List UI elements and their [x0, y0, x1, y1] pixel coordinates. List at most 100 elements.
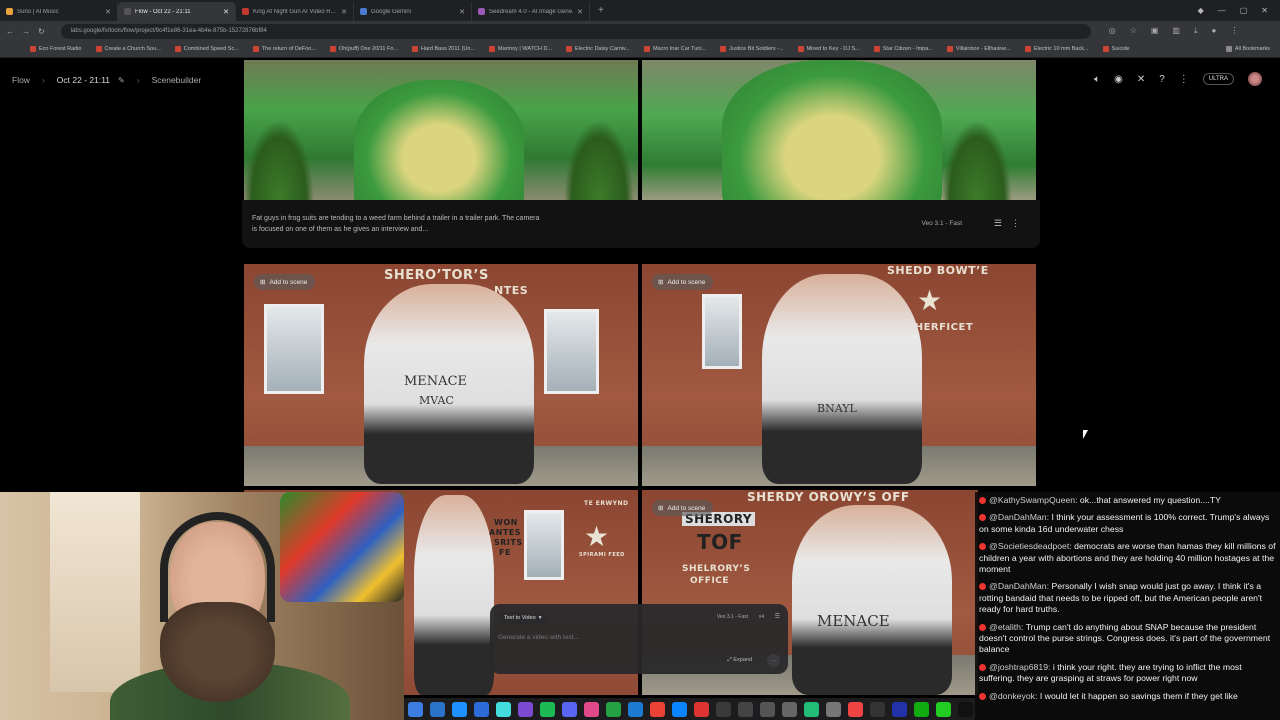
- bookmark-item[interactable]: Justice Bit Soldiers -...: [720, 46, 784, 52]
- taskbar-app-icon[interactable]: [738, 701, 753, 717]
- taskbar-app-icon[interactable]: [760, 701, 775, 717]
- mode-select[interactable]: Text to Video ▾: [498, 612, 548, 624]
- taskbar-app-icon[interactable]: [914, 701, 929, 717]
- prompt-input[interactable]: [498, 634, 698, 641]
- menu-icon[interactable]: ⋮: [1230, 26, 1238, 36]
- close-icon[interactable]: ✕: [577, 8, 583, 16]
- screen: { "browser": { "tabs": [ {"title": "Suno…: [0, 0, 1280, 720]
- x-icon[interactable]: ✕: [1137, 74, 1145, 85]
- browser-tab-4[interactable]: Google Gemini ✕: [354, 2, 472, 21]
- taskbar-app-icon[interactable]: [430, 701, 445, 717]
- taskbar-app-icon[interactable]: [672, 701, 687, 717]
- bookmark-item[interactable]: Electric 10 mm Back...: [1024, 46, 1089, 52]
- bookmark-item[interactable]: The return of DeFoo...: [252, 46, 316, 52]
- reload-icon[interactable]: ↻: [38, 27, 45, 36]
- help-icon[interactable]: ?: [1159, 74, 1165, 85]
- bookmark-item[interactable]: Create a Church Sou...: [95, 46, 161, 52]
- forward-icon[interactable]: →: [22, 27, 30, 36]
- bookmark-favicon-icon: [720, 46, 727, 52]
- taskbar-app-icon[interactable]: [870, 701, 885, 717]
- taskbar-app-icon[interactable]: [958, 701, 973, 717]
- bookmark-item[interactable]: Suicide: [1102, 46, 1130, 52]
- bookmark-item[interactable]: Hard Bass 2011 (Un...: [412, 46, 475, 52]
- taskbar-app-icon[interactable]: [606, 701, 621, 717]
- tab-title: King At Night Gun AI Video R...: [253, 8, 336, 15]
- breadcrumb-scenebuilder[interactable]: Scenebuilder: [152, 75, 202, 85]
- taskbar-app-icon[interactable]: [584, 701, 599, 717]
- add-to-scene-button[interactable]: ⊞ Add to scene: [652, 500, 714, 516]
- bookmark-item[interactable]: Electric Daisy Carniv...: [566, 46, 630, 52]
- taskbar-app-icon[interactable]: [650, 701, 665, 717]
- taskbar-app-icon[interactable]: [936, 701, 951, 717]
- video-thumbnail-4[interactable]: SHEDD BOWT’E ★ SHERFICET BNAYL ⊞ Add to s…: [642, 264, 1036, 486]
- avatar[interactable]: [1248, 72, 1262, 86]
- bookmark-item[interactable]: Marmoy | WATCH D...: [489, 46, 552, 52]
- taskbar-app-icon[interactable]: [562, 701, 577, 717]
- more-icon[interactable]: ⋮: [1011, 218, 1020, 229]
- taskbar-app-icon[interactable]: [848, 701, 863, 717]
- taskbar-app-icon[interactable]: [628, 701, 643, 717]
- taskbar-app-icon[interactable]: [694, 701, 709, 717]
- eye-off-icon[interactable]: ◎: [1109, 26, 1116, 36]
- taskbar-app-icon[interactable]: [518, 701, 533, 717]
- taskbar-app-icon[interactable]: [716, 701, 731, 717]
- chat-message: @Societiesdeadpoet: democrats are worse …: [979, 541, 1276, 575]
- send-button[interactable]: →: [767, 654, 780, 667]
- maximize-icon[interactable]: ▢: [1240, 6, 1248, 15]
- download-icon[interactable]: ⤓: [1194, 26, 1198, 36]
- close-icon[interactable]: ✕: [223, 8, 229, 16]
- video-thumbnail-frog-1[interactable]: [244, 60, 638, 200]
- add-to-scene-button[interactable]: ⊞ Add to scene: [652, 274, 714, 290]
- breadcrumb-project[interactable]: Oct 22 - 21:11: [57, 75, 110, 85]
- settings-icon[interactable]: ☰: [775, 613, 780, 620]
- more-icon[interactable]: ⋮: [1179, 74, 1189, 85]
- back-icon[interactable]: ←: [6, 27, 14, 36]
- taskbar-app-icon[interactable]: [782, 701, 797, 717]
- minimize-icon[interactable]: —: [1218, 6, 1226, 15]
- bookmark-item[interactable]: Star Citizen - Impa...: [873, 46, 933, 52]
- browser-tab-5[interactable]: Seedream 4.0 - AI Image Gene... ✕: [472, 2, 590, 21]
- taskbar-app-icon[interactable]: [408, 701, 423, 717]
- browser-tab-1[interactable]: Suno | AI Music ✕: [0, 2, 118, 21]
- prompt-caption-row: Fat guys in frog suits are tending to a …: [242, 200, 1040, 248]
- taskbar-app-icon[interactable]: [474, 701, 489, 717]
- url-field[interactable]: labs.google/fx/tools/flow/project/9c4f1e…: [60, 23, 1091, 39]
- browser-tab-3[interactable]: King At Night Gun AI Video R... ✕: [236, 2, 354, 21]
- browser-tab-2[interactable]: Flow - Oct 22 - 21:11 ✕: [118, 2, 236, 21]
- headset-icon: [160, 512, 275, 622]
- close-icon[interactable]: ✕: [105, 8, 111, 16]
- bookmark-item[interactable]: Villainbox - Ellhasive...: [946, 46, 1011, 52]
- bookmark-item[interactable]: Macro Inar Car Tuni...: [643, 46, 706, 52]
- model-select[interactable]: Veo 3.1 - Fast: [717, 614, 748, 620]
- close-icon[interactable]: ✕: [341, 8, 347, 16]
- extensions-icon[interactable]: ▣: [1151, 26, 1159, 36]
- extension-icon[interactable]: ◆: [1198, 6, 1204, 15]
- bookmark-item[interactable]: Ezo Forest Radio: [30, 46, 82, 52]
- add-to-scene-button[interactable]: ⊞ Add to scene: [254, 274, 316, 290]
- expand-button[interactable]: ⤢ Expand: [727, 657, 752, 664]
- video-thumbnail-frog-2[interactable]: [642, 60, 1036, 200]
- edit-icon[interactable]: ✎: [118, 76, 125, 85]
- profile-icon[interactable]: ●: [1212, 26, 1217, 36]
- taskbar-app-icon[interactable]: [892, 701, 907, 717]
- taskbar-app-icon[interactable]: [804, 701, 819, 717]
- video-thumbnail-3[interactable]: SHERO’TOR’S NTES MENACE MVAC ⊞ Add to sce…: [244, 264, 638, 486]
- discord-icon[interactable]: ◉: [1114, 74, 1123, 85]
- close-icon[interactable]: ✕: [459, 8, 465, 16]
- new-tab-icon[interactable]: +: [598, 5, 604, 16]
- taskbar-app-icon[interactable]: [452, 701, 467, 717]
- close-window-icon[interactable]: ✕: [1261, 6, 1268, 15]
- volume-icon[interactable]: 🔈︎: [1094, 74, 1100, 85]
- star-icon[interactable]: ☆: [1130, 26, 1137, 36]
- taskbar-app-icon[interactable]: [496, 701, 511, 717]
- bookmark-item[interactable]: Combined Speed Sc...: [174, 46, 239, 52]
- all-bookmarks[interactable]: All Bookmarks: [1225, 46, 1270, 52]
- bookmark-item[interactable]: Mixed to Key - DJ S...: [797, 46, 860, 52]
- bookmark-item[interactable]: Oh(puff) Oxe 20/11 Fo...: [329, 46, 398, 52]
- taskbar-app-icon[interactable]: [540, 701, 555, 717]
- sidebar-icon[interactable]: ▥: [1172, 26, 1180, 36]
- breadcrumb-flow[interactable]: Flow: [12, 75, 30, 85]
- taskbar-app-icon[interactable]: [826, 701, 841, 717]
- settings-sliders-icon[interactable]: ☰: [994, 218, 1002, 229]
- output-count[interactable]: x4: [759, 614, 764, 620]
